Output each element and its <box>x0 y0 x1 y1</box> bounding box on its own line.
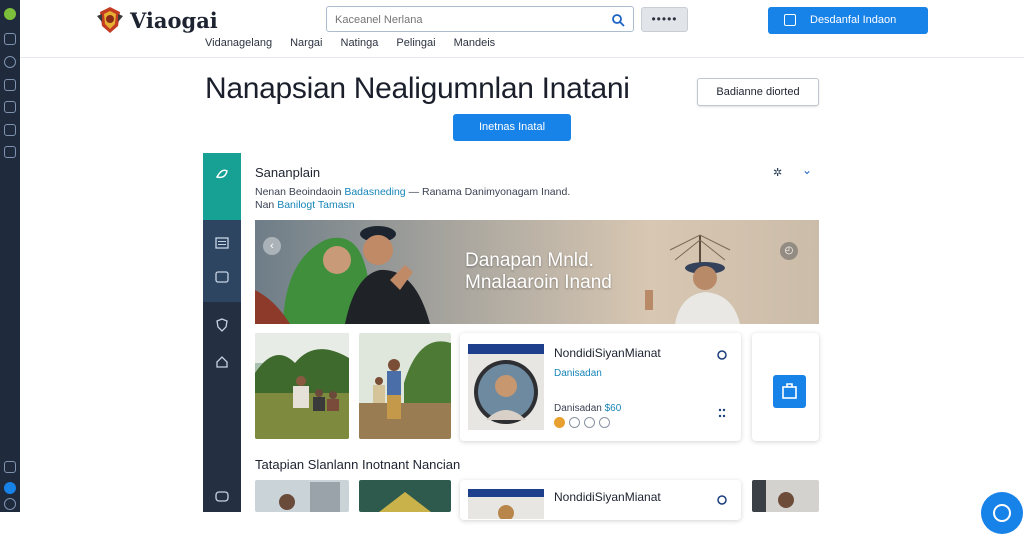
brand-logo[interactable]: Viaogai <box>94 4 218 36</box>
app-card-2-title: NondidiSiyanMianat <box>554 490 661 504</box>
search-icon[interactable] <box>4 56 16 68</box>
panel-sidebar-header[interactable] <box>203 153 241 220</box>
section-title: Sananplain <box>255 165 321 180</box>
search-bar <box>326 6 634 32</box>
more-vertical-icon[interactable] <box>717 407 727 419</box>
photo-tile-4-image <box>359 480 451 512</box>
app-card-1-image <box>468 344 544 430</box>
calendar-icon[interactable] <box>4 461 16 473</box>
header-divider <box>20 57 1024 58</box>
panel-sidebar-active <box>203 220 241 302</box>
app-card-1[interactable]: NondidiSiyanMianat Danisadan Danisadan $… <box>460 333 741 441</box>
profile-icon[interactable] <box>4 498 16 510</box>
hero-text: Danapan Mnld. Mnalaaroin Inand <box>465 250 612 294</box>
header-cta-label: Desdanfal Indaon <box>810 14 897 26</box>
desc-link[interactable]: Badasneding <box>344 186 405 198</box>
nav-item-5[interactable]: Mandeis <box>454 37 496 49</box>
search-input[interactable] <box>335 11 605 29</box>
side-action-card <box>752 333 819 441</box>
search-icon[interactable] <box>611 13 625 27</box>
desc-prefix: Nenan Beoindaoin <box>255 186 342 198</box>
page-icon[interactable] <box>4 101 16 113</box>
leaf-icon <box>215 169 228 179</box>
hero-line-2: Mnalaaroin Inand <box>465 272 612 293</box>
app-card-1-meta: Danisadan $60 <box>554 403 621 414</box>
clock-badge-icon <box>599 417 610 428</box>
hero-line-1: Danapan Mnld. <box>465 250 594 271</box>
shield-badge-icon <box>584 417 595 428</box>
nav-item-4[interactable]: Pelingai <box>396 37 435 49</box>
desc-line2-prefix: Nan <box>255 199 275 211</box>
nav-item-1[interactable]: Vidanagelang <box>205 37 272 49</box>
more-button[interactable]: ••••• <box>641 7 688 32</box>
hero-prev-icon[interactable]: ‹ <box>263 237 281 255</box>
chevron-down-icon[interactable]: ⌄ <box>802 163 812 177</box>
app-status-icon[interactable] <box>4 8 16 20</box>
bag-icon <box>784 14 796 26</box>
external-icon <box>782 383 797 399</box>
rating-badge-icon <box>554 417 565 428</box>
main-nav: Vidanagelang Nargai Natinga Pelingai Man… <box>205 37 495 49</box>
notification-icon[interactable] <box>4 482 16 494</box>
brand-name: Viaogai <box>130 7 218 33</box>
desc-suffix: — Ranama Danimyonagam Inand. <box>408 186 571 198</box>
crest-icon <box>97 7 123 33</box>
app-card-2[interactable]: NondidiSiyanMianat <box>460 480 741 520</box>
list-icon[interactable] <box>215 236 229 250</box>
install-button[interactable]: Inetnas Inatal <box>453 114 571 141</box>
hero-pause-icon[interactable]: ◴ <box>780 242 798 260</box>
nav-item-2[interactable]: Nargai <box>290 37 322 49</box>
open-app-button[interactable] <box>773 375 806 408</box>
image-icon[interactable] <box>215 270 229 284</box>
chat-icon[interactable] <box>4 124 16 136</box>
info-badge-icon <box>569 417 580 428</box>
help-icon <box>993 504 1011 522</box>
page-title: Nanapsian Nealigumnlan Inatani <box>205 72 630 105</box>
photo-tile-5-image <box>752 480 819 512</box>
help-button[interactable] <box>981 492 1023 534</box>
home-icon[interactable] <box>215 355 229 369</box>
home-icon[interactable] <box>4 33 16 45</box>
secondary-button[interactable]: Badianne diorted <box>697 78 819 106</box>
photo-tile-2-image <box>359 333 451 439</box>
refresh-icon[interactable] <box>717 494 727 506</box>
app-card-1-meta-text: Danisadan <box>554 403 602 414</box>
section-description: Nenan Beoindaoin Badasneding — Ranama Da… <box>255 186 570 212</box>
app-card-2-image <box>468 489 544 519</box>
logout-icon[interactable] <box>4 146 16 158</box>
sparkle-icon[interactable]: ✲ <box>773 166 782 179</box>
photo-tile-3-image <box>255 480 349 512</box>
refresh-icon[interactable] <box>717 349 727 361</box>
app-card-1-badges <box>554 417 610 428</box>
chat-icon[interactable] <box>215 490 229 504</box>
nav-item-3[interactable]: Natinga <box>341 37 379 49</box>
photo-tile-1-image <box>255 333 349 439</box>
photo-tile-1[interactable] <box>255 333 349 439</box>
photo-tile-2[interactable] <box>359 333 451 439</box>
photo-tile-4[interactable] <box>359 480 451 512</box>
panel-sidebar <box>203 153 241 512</box>
app-card-1-price: $60 <box>604 403 622 414</box>
section-2-title: Tatapian Slanlann Inotnant Nancian <box>255 457 461 472</box>
photo-tile-3[interactable] <box>255 480 349 512</box>
desc-line2-link[interactable]: Banilogt Tamasn <box>277 199 354 211</box>
app-card-1-title: NondidiSiyanMianat <box>554 346 661 360</box>
photo-tile-5[interactable] <box>752 480 819 512</box>
left-rail <box>0 0 20 512</box>
shield-icon[interactable] <box>215 318 229 332</box>
document-icon[interactable] <box>4 79 16 91</box>
header-cta-button[interactable]: Desdanfal Indaon <box>768 7 928 34</box>
app-card-1-subtitle: Danisadan <box>554 368 602 379</box>
